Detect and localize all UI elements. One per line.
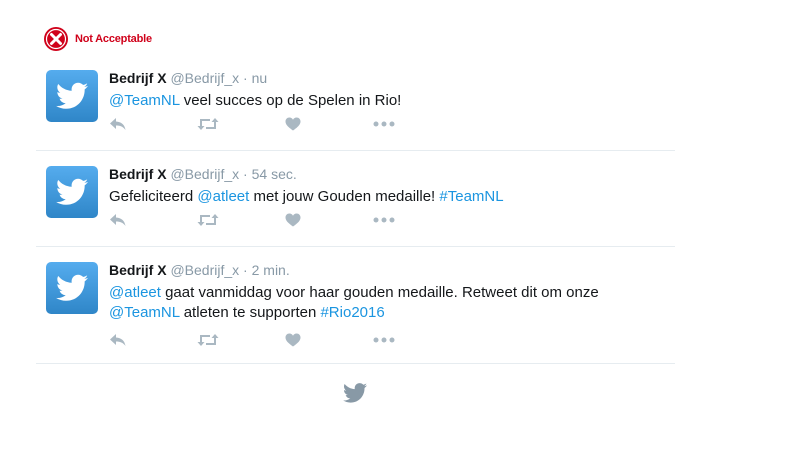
more-dots-icon [373,121,395,127]
retweet-icon [197,118,219,130]
like-heart-icon [285,213,301,227]
timestamp[interactable]: 54 sec. [252,166,297,182]
divider [36,150,675,151]
author-name[interactable]: Bedrijf X [109,166,167,182]
tweet-actions [109,330,461,350]
divider [36,246,675,247]
like-button[interactable] [285,117,373,131]
twitter-bird-icon [56,274,88,301]
tweet-text-segment: veel succes op de Spelen in Rio! [179,92,402,109]
more-dots-icon [373,337,395,343]
more-dots-icon [373,217,395,223]
mention-link[interactable]: @TeamNL [109,92,180,109]
author-handle[interactable]: @Bedrijf_x [170,262,239,278]
avatar[interactable] [46,262,98,314]
tweet-text: @atleet gaat vanmiddag voor haar gouden … [109,283,629,323]
like-heart-icon [285,117,301,131]
timestamp[interactable]: nu [252,70,268,86]
status-indicator: Not Acceptable [43,25,152,53]
tweet-text-segment: met jouw Gouden medaille! [249,188,440,205]
author-handle[interactable]: @Bedrijf_x [170,70,239,86]
more-button[interactable] [373,337,461,343]
more-button[interactable] [373,121,461,127]
mention-link[interactable]: @atleet [109,284,161,301]
tweet[interactable]: Bedrijf X @Bedrijf_x · nu @TeamNL veel s… [36,70,675,140]
error-x-circle-icon [44,27,68,51]
mention-link[interactable]: @atleet [197,188,249,205]
tweet-text: Gefeliciteerd @atleet met jouw Gouden me… [109,187,629,207]
retweet-button[interactable] [197,213,285,227]
twitter-bird-icon [56,178,88,205]
tweet-text: @TeamNL veel succes op de Spelen in Rio! [109,91,629,111]
tweet-text-segment: gaat vanmiddag voor haar gouden medaille… [160,284,599,301]
like-button[interactable] [285,333,373,347]
tweet-text-segment: atleten te supporten [179,304,321,321]
tweet-actions [109,210,461,230]
author-handle[interactable]: @Bedrijf_x [170,166,239,182]
reply-icon [110,334,126,346]
tweet-text-line: @atleet gaat vanmiddag voor haar gouden … [109,283,629,303]
timestamp[interactable]: 2 min. [252,262,290,278]
tweet[interactable]: Bedrijf X @Bedrijf_x · 2 min. @atleet ga… [36,262,675,352]
tweet-text-segment: Gefeliciteerd [109,188,198,205]
hashtag-link[interactable]: #Rio2016 [320,304,384,321]
more-button[interactable] [373,217,461,223]
divider [36,363,675,364]
meta-separator: · [243,70,248,86]
like-button[interactable] [285,213,373,227]
reply-icon [110,214,126,226]
meta-separator: · [243,166,248,182]
twitter-bird-icon [56,82,88,109]
status-label: Not Acceptable [75,33,152,45]
tweet-actions [109,114,461,134]
reply-button[interactable] [109,213,197,227]
mention-link[interactable]: @TeamNL [109,304,180,321]
tweet[interactable]: Bedrijf X @Bedrijf_x · 54 sec. Gefelicit… [36,166,675,236]
author-name[interactable]: Bedrijf X [109,262,167,278]
author-name[interactable]: Bedrijf X [109,70,167,86]
avatar[interactable] [46,70,98,122]
reply-button[interactable] [109,333,197,347]
avatar[interactable] [46,166,98,218]
like-heart-icon [285,333,301,347]
retweet-button[interactable] [197,333,285,347]
twitter-bird-icon [343,383,367,403]
reply-icon [110,118,126,130]
reply-button[interactable] [109,117,197,131]
meta-separator: · [243,262,248,278]
retweet-icon [197,214,219,226]
retweet-icon [197,334,219,346]
tweet-text-line: @TeamNL atleten te supporten #Rio2016 [109,303,629,323]
retweet-button[interactable] [197,117,285,131]
hashtag-link[interactable]: #TeamNL [439,188,503,205]
